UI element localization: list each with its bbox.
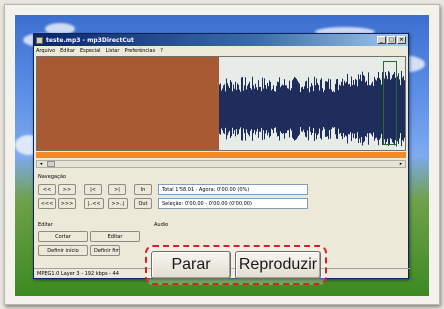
- nav-prev-cue-button[interactable]: |..<<: [84, 198, 104, 209]
- nav-back-button[interactable]: <<: [38, 184, 56, 195]
- status-text: MPEG1.0 Layer 3 - 192 kbps - 44: [37, 270, 119, 277]
- total-time-display: Total 1'58.01 · Agora: 0'00.00 (0%): [158, 184, 308, 195]
- menu-preferencias[interactable]: Preferências: [124, 48, 155, 54]
- title-bar[interactable]: teste.mp3 - mp3DirectCut _ □ ×: [34, 34, 408, 46]
- menu-especial[interactable]: Especial: [80, 48, 101, 54]
- edit-label: Editar: [38, 222, 53, 228]
- page-frame: teste.mp3 - mp3DirectCut _ □ × Arquivo E…: [4, 4, 440, 305]
- scroll-thumb[interactable]: [47, 161, 55, 167]
- playback-cursor[interactable]: [383, 61, 397, 145]
- nav-fast-back-button[interactable]: <<<: [38, 198, 56, 209]
- play-button[interactable]: Reproduzir: [235, 251, 321, 279]
- maximize-icon[interactable]: □: [387, 36, 396, 44]
- navigation-label: Navegação: [38, 174, 66, 180]
- nav-next-cue-button[interactable]: >>..|: [108, 198, 128, 209]
- timeline-bar[interactable]: [36, 152, 406, 158]
- app-icon: [36, 36, 43, 44]
- nav-end-button[interactable]: >|: [108, 184, 126, 195]
- waveform-path: [219, 70, 405, 147]
- cut-button[interactable]: Cortar: [38, 231, 88, 242]
- edit-button[interactable]: Editar: [90, 231, 140, 242]
- nav-forward-button[interactable]: >>: [58, 184, 76, 195]
- out-button[interactable]: Out: [134, 198, 152, 209]
- audio-label: Audio: [154, 222, 169, 228]
- menu-help[interactable]: ?: [160, 48, 163, 54]
- menu-listar[interactable]: Listar: [106, 48, 120, 54]
- waveform-view[interactable]: [36, 56, 406, 151]
- window-title: teste.mp3 - mp3DirectCut: [46, 36, 134, 44]
- app-window: teste.mp3 - mp3DirectCut _ □ × Arquivo E…: [33, 33, 410, 279]
- selection-time-display: Seleção: 0'00.00 - 0'00.00 (0'00.00): [158, 198, 308, 209]
- menu-arquivo[interactable]: Arquivo: [36, 48, 55, 54]
- define-start-button[interactable]: Definir início: [38, 245, 88, 256]
- waveform-graph: [219, 70, 405, 147]
- scroll-left-icon[interactable]: ◂: [37, 161, 45, 167]
- nav-fast-forward-button[interactable]: >>>: [58, 198, 76, 209]
- scroll-right-icon[interactable]: ▸: [397, 161, 405, 167]
- horizontal-scrollbar[interactable]: ◂ ▸: [36, 160, 406, 168]
- menu-bar: Arquivo Editar Especial Listar Preferênc…: [34, 46, 408, 55]
- in-button[interactable]: In: [134, 184, 152, 195]
- minimize-icon[interactable]: _: [377, 36, 386, 44]
- selected-region: [37, 57, 219, 150]
- stop-button[interactable]: Parar: [151, 251, 231, 279]
- close-icon[interactable]: ×: [397, 36, 406, 44]
- nav-start-button[interactable]: |<: [84, 184, 102, 195]
- define-end-button[interactable]: Definir fim: [90, 245, 120, 256]
- menu-editar[interactable]: Editar: [60, 48, 75, 54]
